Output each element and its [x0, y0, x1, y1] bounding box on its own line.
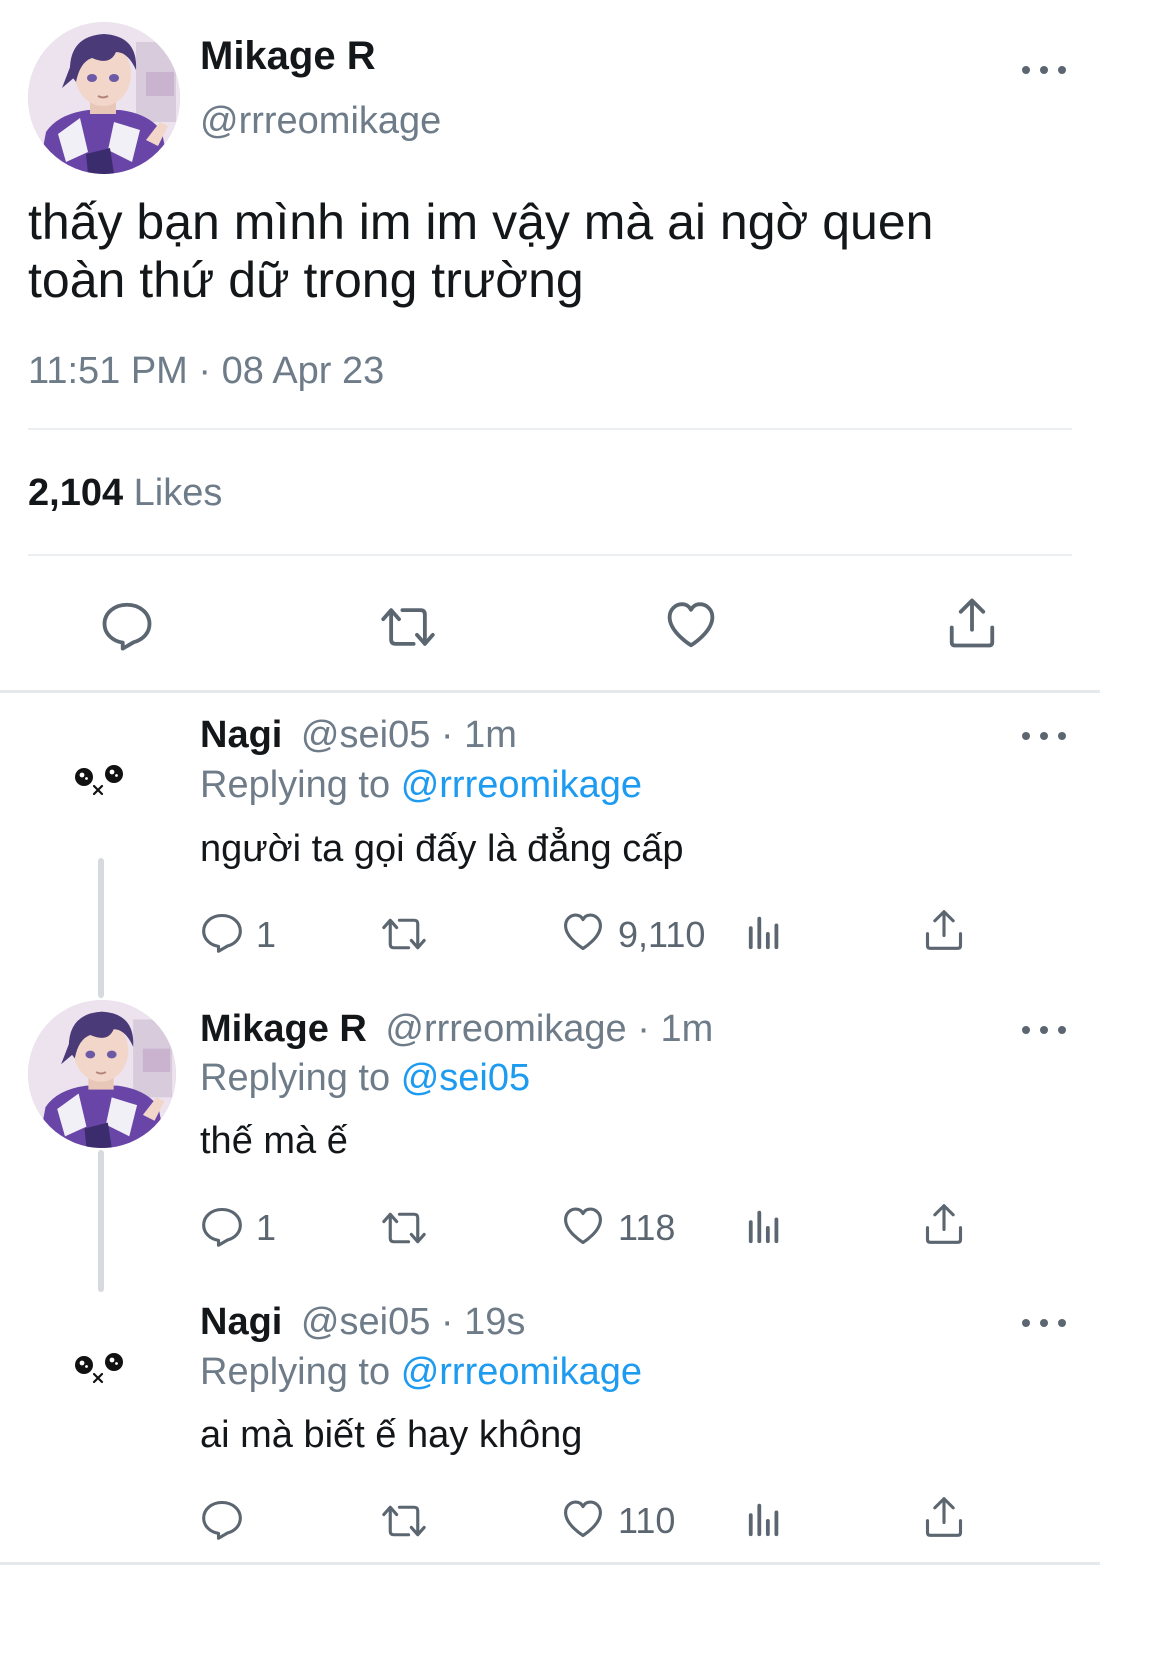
- replying-to: Replying to @rrreomikage: [200, 1351, 642, 1394]
- tweet-text-line: toàn thứ dữ trong trường: [28, 252, 584, 308]
- avatar[interactable]: [70, 762, 130, 807]
- reply-text: thế mà ế: [200, 1120, 348, 1162]
- reply-header: Nagi @sei05 · 19s: [200, 1301, 525, 1344]
- author-name[interactable]: Mikage R: [200, 34, 376, 79]
- like-icon[interactable]: [560, 1497, 606, 1541]
- replying-to-label: Replying to: [200, 1351, 391, 1393]
- retweet-icon[interactable]: [378, 1499, 430, 1543]
- reply-meta[interactable]: @sei05 · 19s: [301, 1301, 525, 1343]
- divider: [28, 554, 1072, 556]
- reply-header: Mikage R @rrreomikage · 1m: [200, 1008, 713, 1051]
- avatar[interactable]: [70, 1350, 130, 1395]
- more-icon[interactable]: [1022, 1023, 1066, 1037]
- replying-to-handle[interactable]: @rrreomikage: [401, 1351, 642, 1393]
- likes-summary[interactable]: 2,104 Likes: [28, 472, 222, 515]
- reply-text: người ta gọi đấy là đẳng cấp: [200, 828, 684, 870]
- nagi-avatar-icon: [70, 762, 130, 802]
- like-icon[interactable]: [560, 1204, 606, 1248]
- avatar[interactable]: [28, 22, 180, 174]
- likes-label: Likes: [133, 472, 223, 514]
- reply-icon[interactable]: [100, 598, 154, 652]
- like-count: 118: [618, 1207, 676, 1248]
- reply-meta[interactable]: @sei05 · 1m: [301, 714, 517, 756]
- retweet-icon[interactable]: [378, 912, 430, 956]
- like-icon[interactable]: [663, 598, 719, 652]
- reply-icon[interactable]: [200, 1497, 244, 1541]
- replying-to-label: Replying to: [200, 764, 391, 806]
- avatar[interactable]: [28, 1000, 176, 1148]
- share-icon[interactable]: [945, 596, 999, 650]
- author-handle[interactable]: @rrreomikage: [200, 100, 441, 143]
- more-icon[interactable]: [1022, 63, 1066, 77]
- replying-to: Replying to @rrreomikage: [200, 764, 642, 807]
- reply-author-name[interactable]: Mikage R: [200, 1008, 367, 1050]
- likes-count: 2,104: [28, 472, 124, 514]
- avatar-image: [28, 22, 180, 174]
- more-icon[interactable]: [1022, 729, 1066, 743]
- reply-author-name[interactable]: Nagi: [200, 1301, 282, 1343]
- share-icon[interactable]: [922, 1495, 966, 1539]
- share-icon[interactable]: [922, 1202, 966, 1246]
- reply-icon[interactable]: [200, 910, 244, 954]
- tweet-timestamp[interactable]: 11:51 PM · 08 Apr 23: [28, 350, 384, 393]
- reply-icon[interactable]: [200, 1204, 244, 1248]
- replying-to: Replying to @sei05: [200, 1057, 530, 1100]
- share-icon[interactable]: [922, 908, 966, 952]
- reply-author-name[interactable]: Nagi: [200, 714, 282, 756]
- tweet-text: thấy bạn mình im im vậy mà ai ngờ quen t…: [28, 193, 1128, 309]
- reply-text: ai mà biết ế hay không: [200, 1414, 583, 1456]
- analytics-icon[interactable]: [746, 913, 784, 951]
- retweet-icon[interactable]: [376, 600, 440, 654]
- analytics-icon[interactable]: [746, 1207, 784, 1245]
- reply-count: 1: [256, 914, 277, 955]
- reply-meta[interactable]: @rrreomikage · 1m: [385, 1008, 713, 1050]
- replying-to-handle[interactable]: @sei05: [401, 1057, 530, 1099]
- divider: [0, 1562, 1100, 1565]
- divider: [28, 428, 1072, 430]
- like-icon[interactable]: [560, 910, 606, 954]
- nagi-avatar-icon: [70, 1350, 130, 1390]
- tweet-text-line: thấy bạn mình im im vậy mà ai ngờ quen: [28, 194, 934, 250]
- like-count: 9,110: [618, 914, 706, 955]
- thread-line: [98, 1150, 104, 1292]
- thread-line: [98, 858, 104, 998]
- like-count: 110: [618, 1500, 676, 1541]
- retweet-icon[interactable]: [378, 1206, 430, 1250]
- replying-to-handle[interactable]: @rrreomikage: [401, 764, 642, 806]
- reply-header: Nagi @sei05 · 1m: [200, 714, 517, 757]
- reply-count: 1: [256, 1207, 277, 1248]
- more-icon[interactable]: [1022, 1316, 1066, 1330]
- divider: [0, 690, 1100, 693]
- avatar-image: [28, 1000, 176, 1148]
- analytics-icon[interactable]: [746, 1500, 784, 1538]
- replying-to-label: Replying to: [200, 1057, 391, 1099]
